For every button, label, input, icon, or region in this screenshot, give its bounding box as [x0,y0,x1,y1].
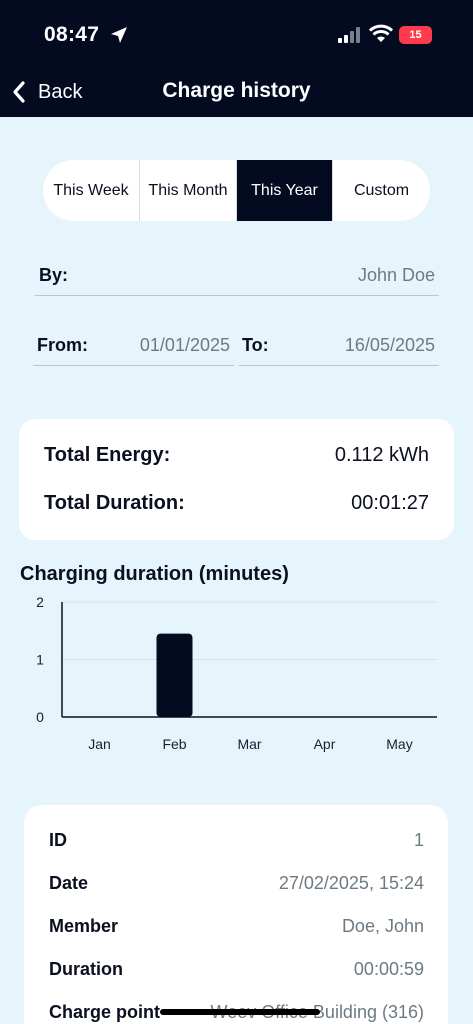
page-title: Charge history [162,79,311,102]
status-time: 08:47 [44,23,100,46]
tab-this-year[interactable]: This Year [237,160,333,221]
session-member-value: Doe, John [341,916,424,936]
y-tick-label: 1 [36,652,44,668]
y-tick-label: 2 [36,594,44,610]
tab-this-week[interactable]: This Week [43,160,140,221]
session-duration-value: 00:00:59 [353,959,424,979]
tab-this-month[interactable]: This Month [140,160,237,221]
session-duration-label: Duration [49,959,123,979]
battery-icon: 15 [399,26,432,44]
x-tick-label: Feb [162,736,186,752]
x-tick-label: May [386,736,412,752]
member-filter[interactable]: By: John Doe [35,256,439,296]
home-indicator [160,1009,320,1015]
session-id-label: ID [49,830,67,850]
to-label: To: [242,335,269,355]
y-tick-label: 0 [36,709,44,725]
location-arrow-icon [111,27,127,43]
x-tick-label: Jan [88,736,111,752]
total-energy-label: Total Energy: [44,444,171,466]
total-duration-row: Total Duration: 00:01:27 [44,492,429,515]
to-value: 16/05/2025 [344,335,435,355]
total-duration-label: Total Duration: [44,492,185,514]
chart-title: Charging duration (minutes) [20,563,289,585]
period-segmented-control: This Week This Month This Year Custom [43,160,430,221]
bar-feb [156,633,193,717]
tab-custom[interactable]: Custom [333,160,430,221]
total-energy-value: 0.112 kWh [334,444,429,466]
to-date-field[interactable]: To: 16/05/2025 [239,326,439,366]
x-tick-label: Mar [237,736,261,752]
total-duration-value: 00:01:27 [351,492,429,514]
session-date-label: Date [49,873,89,893]
session-duration-row: Duration 00:00:59 [49,959,424,980]
by-value: John Doe [357,265,435,285]
charging-duration-chart: 0 1 2 Jan Feb Mar Apr May [36,594,437,752]
session-member-row: Member Doe, John [49,916,424,937]
session-date-row: Date 27/02/2025, 15:24 [49,873,424,894]
session-date-value: 27/02/2025, 15:24 [278,873,424,893]
by-label: By: [39,265,69,285]
from-date-field[interactable]: From: 01/01/2025 [33,326,234,366]
session-id-value: 1 [413,830,424,850]
cellular-signal-icon [338,27,360,43]
session-id-row: ID 1 [49,830,424,851]
total-energy-row: Total Energy: 0.112 kWh [44,444,429,467]
session-charge-point-label: Charge point [49,1002,160,1022]
session-member-label: Member [49,916,119,936]
wifi-icon [369,24,393,42]
battery-level: 15 [409,29,422,41]
summary-card: Total Energy: 0.112 kWh Total Duration: … [19,419,454,540]
app-header: 08:47 15 Back Charge history [0,0,473,117]
x-tick-label: Apr [314,736,336,752]
from-label: From: [37,335,88,355]
from-value: 01/01/2025 [139,335,230,355]
session-card[interactable]: ID 1 Date 27/02/2025, 15:24 Member Doe, … [24,805,448,1024]
